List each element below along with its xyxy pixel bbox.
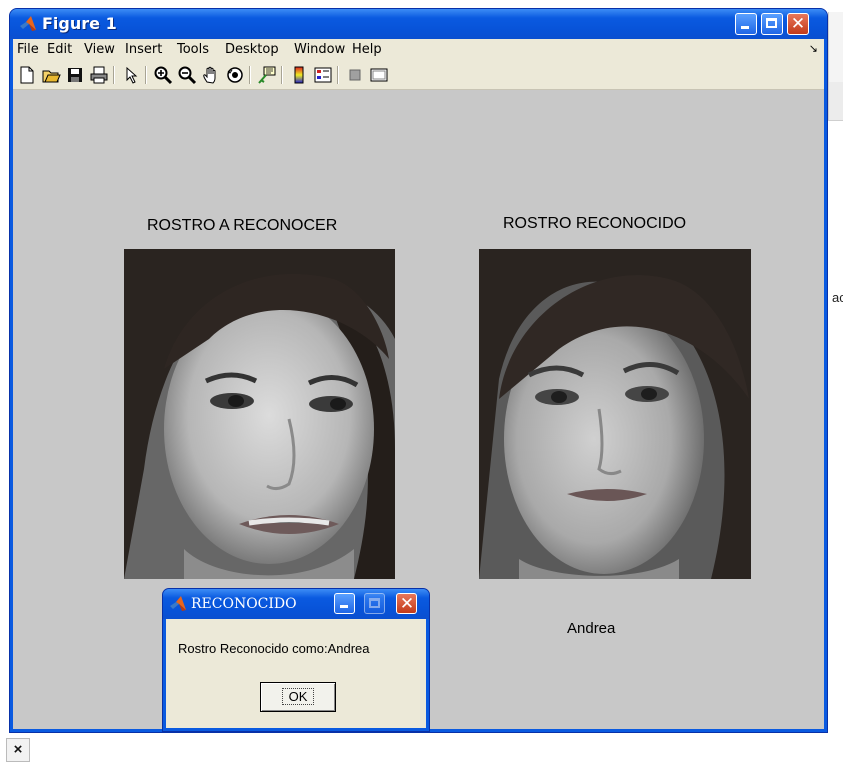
dialog-title: RECONOCIDO bbox=[191, 596, 297, 612]
zoom-out-icon[interactable] bbox=[177, 65, 197, 85]
toolbar-separator bbox=[337, 66, 339, 84]
menu-bar: File Edit View Insert Tools Desktop Wind… bbox=[13, 39, 824, 61]
dialog-message: Rostro Reconocido como:Andrea bbox=[178, 641, 370, 656]
show-plot-tools-icon[interactable] bbox=[369, 65, 389, 85]
zoom-in-icon[interactable] bbox=[153, 65, 173, 85]
menu-overflow-arrow-icon[interactable]: ↘ bbox=[809, 42, 818, 55]
close-button[interactable]: ✕ bbox=[787, 13, 809, 35]
menu-insert[interactable]: Insert bbox=[125, 42, 162, 57]
matlab-logo-icon bbox=[20, 16, 36, 31]
new-figure-icon[interactable] bbox=[17, 65, 37, 85]
minimize-icon bbox=[741, 26, 749, 29]
background-text-fragment: ac bbox=[832, 290, 843, 305]
menu-tools[interactable]: Tools bbox=[177, 42, 209, 57]
pan-hand-icon[interactable] bbox=[201, 65, 221, 85]
toolbar-separator bbox=[113, 66, 115, 84]
data-cursor-icon[interactable] bbox=[257, 65, 277, 85]
ok-button-label: OK bbox=[281, 688, 315, 705]
left-axes-title: ROSTRO A RECONOCER bbox=[147, 217, 338, 234]
ok-button[interactable]: OK bbox=[260, 682, 336, 712]
figure-titlebar[interactable]: Figure 1 ✕ bbox=[10, 9, 827, 39]
toolbar-separator bbox=[145, 66, 147, 84]
background-close-button[interactable]: × bbox=[6, 738, 30, 762]
dialog-close-button[interactable]: ✕ bbox=[396, 593, 417, 614]
print-icon[interactable] bbox=[89, 65, 109, 85]
menu-help[interactable]: Help bbox=[352, 42, 382, 57]
menu-file[interactable]: File bbox=[17, 42, 39, 57]
background-app-panel bbox=[828, 12, 843, 82]
minimize-button[interactable] bbox=[735, 13, 757, 35]
edit-plot-arrow-icon[interactable] bbox=[121, 65, 141, 85]
maximize-button[interactable] bbox=[761, 13, 783, 35]
save-icon[interactable] bbox=[65, 65, 85, 85]
recognized-name-label: Andrea bbox=[567, 620, 616, 637]
menu-desktop[interactable]: Desktop bbox=[225, 42, 279, 57]
insert-colorbar-icon[interactable] bbox=[289, 65, 309, 85]
open-file-icon[interactable] bbox=[41, 65, 61, 85]
maximize-icon bbox=[369, 598, 380, 608]
close-icon: ✕ bbox=[790, 14, 806, 34]
query-face-photo bbox=[124, 249, 395, 579]
insert-legend-icon[interactable] bbox=[313, 65, 333, 85]
maximize-icon bbox=[766, 18, 777, 28]
hide-plot-tools-icon[interactable] bbox=[345, 65, 365, 85]
recognized-dialog: RECONOCIDO ✕ Rostro Reconocido como:Andr… bbox=[162, 588, 430, 732]
recognized-face-image bbox=[479, 249, 751, 579]
dialog-minimize-button[interactable] bbox=[334, 593, 355, 614]
matlab-logo-icon bbox=[170, 596, 186, 611]
right-axes-title: ROSTRO RECONOCIDO bbox=[503, 215, 687, 232]
minimize-icon bbox=[340, 605, 348, 608]
recognized-face-photo bbox=[479, 249, 751, 579]
menu-window[interactable]: Window bbox=[294, 42, 345, 57]
window-title: Figure 1 bbox=[42, 14, 117, 33]
close-icon: ✕ bbox=[399, 594, 415, 614]
dialog-maximize-button bbox=[364, 593, 385, 614]
query-face-image bbox=[124, 249, 395, 579]
background-app-toolbar bbox=[828, 82, 843, 121]
menu-edit[interactable]: Edit bbox=[47, 42, 72, 57]
toolbar-separator bbox=[249, 66, 251, 84]
rotate-3d-icon[interactable] bbox=[225, 65, 245, 85]
menu-view[interactable]: View bbox=[84, 42, 115, 57]
figure-toolbar bbox=[13, 61, 824, 90]
toolbar-separator bbox=[281, 66, 283, 84]
dialog-titlebar[interactable]: RECONOCIDO ✕ bbox=[163, 589, 429, 619]
dialog-body: Rostro Reconocido como:Andrea OK bbox=[166, 619, 426, 728]
